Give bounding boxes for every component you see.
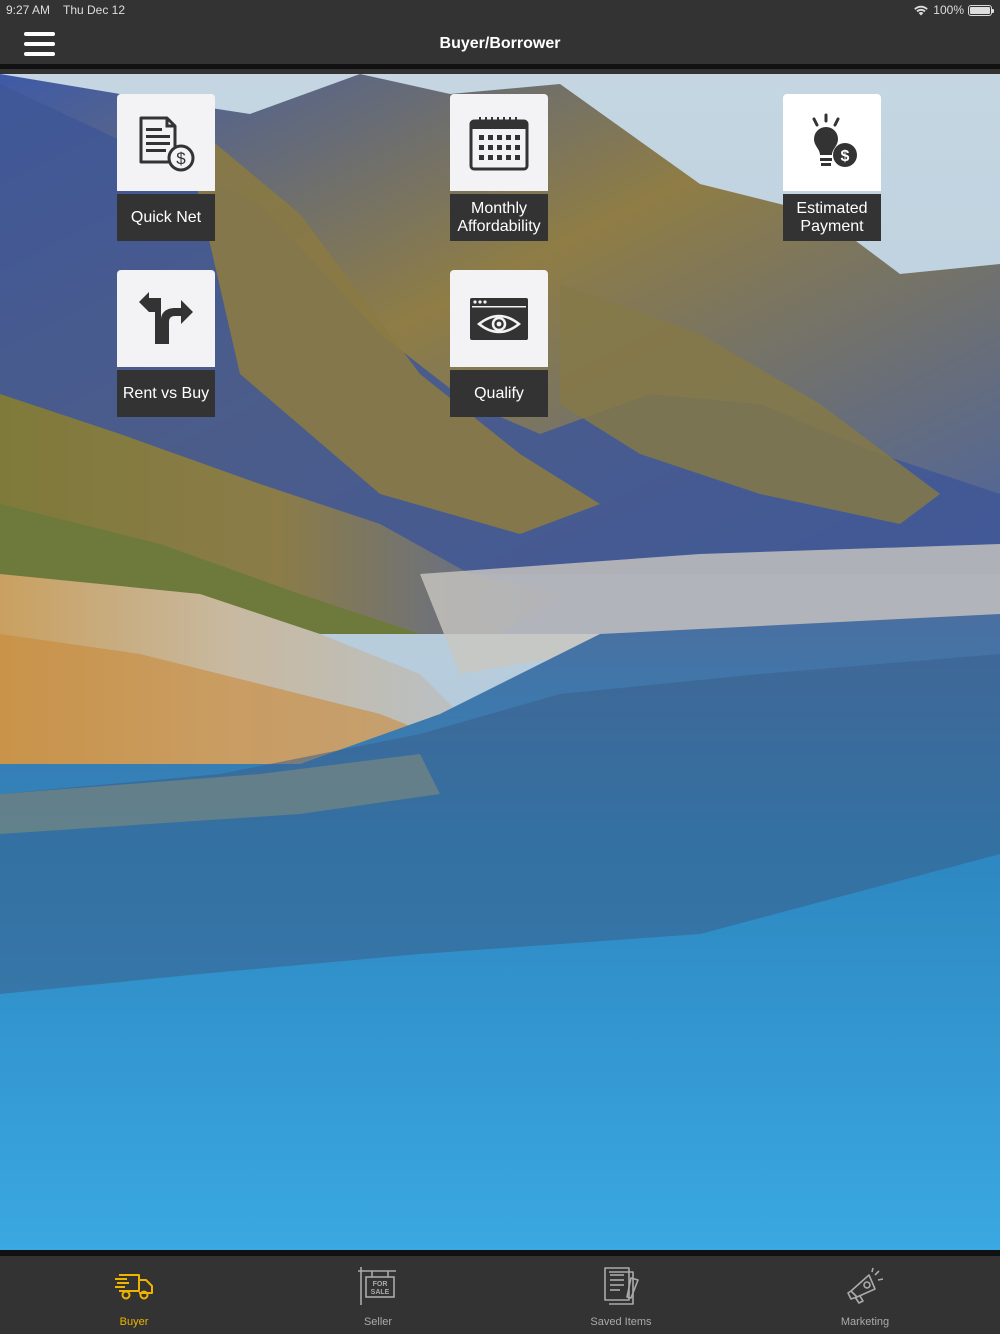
tile-label: Qualify: [450, 370, 548, 417]
tab-label: Saved Items: [590, 1316, 652, 1328]
status-bar: 9:27 AM Thu Dec 12 100%: [0, 0, 1000, 20]
status-right: 100%: [913, 3, 994, 17]
tab-marketing[interactable]: Marketing: [795, 1262, 935, 1332]
tab-seller[interactable]: FOR SALE Seller: [308, 1262, 448, 1332]
tile-label: Monthly Affordability: [450, 194, 548, 241]
tile-qualify[interactable]: Qualify: [450, 270, 548, 417]
tab-buyer[interactable]: Buyer: [64, 1262, 204, 1332]
tile-rent-vs-buy[interactable]: Rent vs Buy: [117, 270, 215, 417]
calendar-icon: [469, 116, 529, 170]
svg-text:SALE: SALE: [371, 1289, 390, 1296]
svg-text:FOR: FOR: [373, 1281, 388, 1288]
tab-label: Marketing: [840, 1316, 890, 1328]
svg-text:$: $: [841, 148, 850, 165]
battery-icon: [968, 4, 994, 16]
tab-saved-items[interactable]: Saved Items: [551, 1262, 691, 1332]
tile-estimated-payment[interactable]: $ Estimated Payment: [783, 94, 881, 241]
tile-icon-box: [117, 270, 215, 367]
nav-bar: Buyer/Borrower: [0, 20, 1000, 69]
tile-monthly-affordability[interactable]: Monthly Affordability: [450, 94, 548, 241]
tab-bar: Buyer FOR SALE Seller Saved Items Market…: [0, 1250, 1000, 1334]
truck-icon: [113, 1266, 155, 1306]
documents-icon: [600, 1266, 642, 1306]
document-dollar-icon: $: [139, 116, 195, 171]
status-time: 9:27 AM: [6, 3, 51, 17]
megaphone-icon: [844, 1266, 886, 1306]
background-landscape-image: [0, 74, 1000, 1250]
tile-icon-box: [450, 270, 548, 367]
tile-icon-box: [450, 94, 548, 191]
split-arrow-icon: [139, 291, 193, 344]
wifi-icon: [914, 5, 929, 16]
svg-text:$: $: [176, 149, 186, 168]
tile-label: Estimated Payment: [783, 194, 881, 241]
page-title: Buyer/Borrower: [439, 35, 561, 52]
tile-quick-net[interactable]: $ Quick Net: [117, 94, 215, 241]
status-date: Thu Dec 12: [63, 3, 126, 17]
tile-label: Quick Net: [117, 194, 215, 241]
eye-window-icon: [470, 297, 528, 340]
battery-percent: 100%: [933, 3, 964, 17]
tab-label: Seller: [363, 1316, 393, 1328]
tab-label: Buyer: [119, 1316, 149, 1328]
tile-label: Rent vs Buy: [117, 370, 215, 417]
tile-icon-box: $: [783, 94, 881, 191]
for-sale-sign-icon: FOR SALE: [357, 1266, 399, 1306]
tile-icon-box: $: [117, 94, 215, 191]
lightbulb-dollar-icon: $: [812, 113, 857, 167]
